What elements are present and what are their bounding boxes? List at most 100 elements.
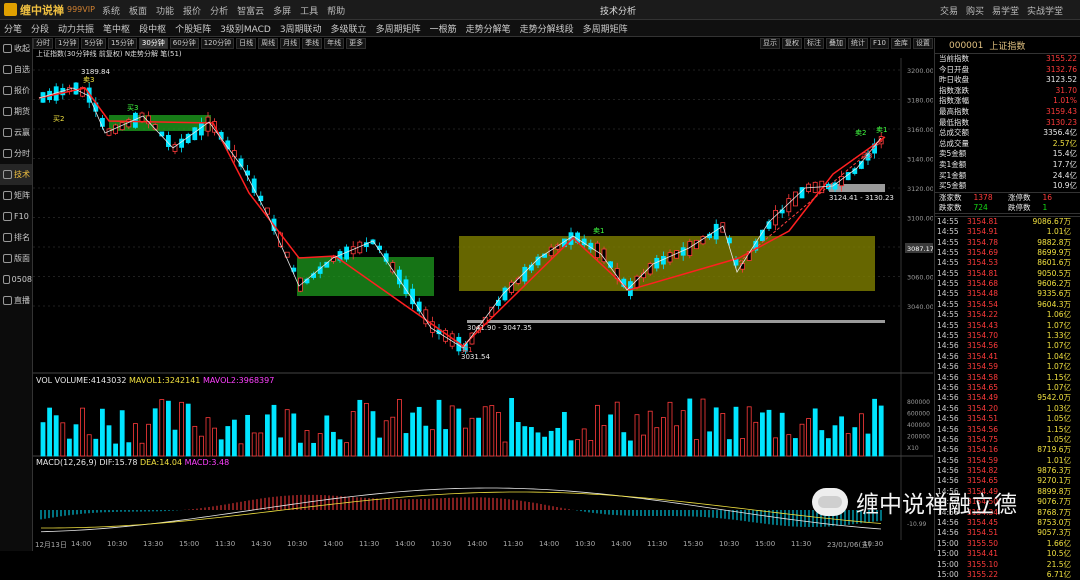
candle-body — [495, 299, 501, 306]
quote-value: 3155.22 — [1045, 54, 1077, 63]
menu-item-quote[interactable]: 报价 — [183, 4, 201, 17]
toolbar-item[interactable]: 走势分解线段 — [520, 22, 574, 35]
nav-item-live[interactable]: 直播 — [0, 290, 32, 311]
nav-item-cloud[interactable]: 云赢 — [0, 122, 32, 143]
live-icon — [3, 296, 12, 305]
quote-label: 昨日收盘 — [939, 75, 969, 85]
period-tab[interactable]: 更多 — [346, 38, 367, 49]
quote-panel: 000001 上证指数 当前指数 3155.22 今日开盘 3132.76 昨日收盘 31… — [934, 38, 1080, 579]
volume-bar — [370, 411, 376, 457]
time-axis-label: 14:00 — [71, 540, 92, 548]
toolbar-item[interactable]: 3周期联动 — [280, 22, 322, 35]
volume-bar — [139, 442, 145, 457]
chart-tool-button[interactable]: 复权 — [782, 38, 802, 49]
nav-item-timeshare[interactable]: 分时 — [0, 143, 32, 164]
tick-price: 3154.43 — [967, 320, 999, 330]
menu-item-practice[interactable]: 实战学堂 — [1027, 4, 1063, 17]
tick-time: 14:56 — [937, 528, 959, 538]
period-tab[interactable]: 月线 — [280, 38, 301, 49]
quote-row: 最低指数 3130.23 — [935, 118, 1080, 129]
chart-tool-button[interactable]: 设置 — [912, 38, 933, 49]
tick-volume: 8753.0万 — [1037, 518, 1071, 528]
menu-item-learn[interactable]: 易学堂 — [992, 4, 1019, 17]
volume-bar — [40, 422, 46, 457]
toolbar-item[interactable]: 段中枢 — [139, 22, 166, 35]
volume-bar — [760, 412, 765, 457]
period-tab[interactable]: 分时 — [33, 38, 53, 49]
toolbar-item[interactable]: 多周期矩阵 — [376, 22, 421, 35]
quote-label: 指数涨跌 — [939, 85, 969, 95]
toolbar-item[interactable]: 一根筋 — [430, 22, 457, 35]
chart-tools: 显示 复权 标注 叠加 统计 F10 金库 设置 — [760, 38, 933, 49]
house-icon — [3, 275, 10, 284]
nav-item-ranking[interactable]: 排名 — [0, 227, 32, 248]
chart-tool-button[interactable]: 标注 — [804, 38, 824, 49]
volume-bar — [654, 427, 660, 457]
nav-item-f10[interactable]: F10 — [0, 206, 32, 227]
menu-item-cloud[interactable]: 智富云 — [237, 4, 264, 17]
chart-tool-button[interactable]: 金库 — [890, 38, 911, 49]
period-tab[interactable]: 120分钟 — [200, 38, 235, 49]
menu-item-multiscreen[interactable]: 多屏 — [273, 4, 291, 17]
chart-tool-button[interactable]: 叠加 — [826, 38, 846, 49]
toolbar-item[interactable]: 走势分解笔 — [466, 22, 511, 35]
period-tab[interactable]: 日线 — [236, 38, 257, 49]
nav-item-matrix[interactable]: 矩阵 — [0, 185, 32, 206]
tick-row: 14:56 3154.41 1.04亿 — [935, 352, 1080, 362]
menu-item-help[interactable]: 帮助 — [327, 4, 345, 17]
time-axis-label: 14:00 — [539, 540, 560, 548]
breadth-row: 涨家数 1378 涨停数 16 — [935, 193, 1080, 203]
nav-item-futures[interactable]: 期货 — [0, 101, 32, 122]
toolbar-item[interactable]: 多周期矩阵 — [583, 22, 628, 35]
menu-item-system[interactable]: 系统 — [102, 4, 120, 17]
tick-row: 15:00 3155.22 6.71亿 — [935, 570, 1080, 580]
menu-item-buy[interactable]: 购买 — [966, 4, 984, 17]
chart-tool-button[interactable]: 显示 — [760, 38, 780, 49]
candlestick-icon — [3, 170, 12, 179]
period-tab[interactable]: 年线 — [324, 38, 345, 49]
period-tabs: 分时 1分钟 5分钟 15分钟 30分钟 60分钟 120分钟 日线 周线 月线 季线 年线 更多 — [33, 38, 573, 49]
volume-bar — [674, 425, 679, 457]
toolbar-item[interactable]: 笔中枢 — [103, 22, 130, 35]
toolbar-item[interactable]: 分段 — [31, 22, 49, 35]
menu-item-trade[interactable]: 交易 — [940, 4, 958, 17]
tick-volume: 1.05亿 — [1046, 434, 1071, 444]
nav-item-collapse[interactable]: 收起 — [0, 38, 32, 59]
period-tab[interactable]: 1分钟 — [55, 38, 80, 49]
volume-bar — [878, 405, 884, 457]
quote-label: 最高指数 — [939, 106, 969, 116]
period-tab[interactable]: 60分钟 — [169, 38, 199, 49]
tick-time: 14:55 — [937, 258, 959, 268]
breadth-label: 跌停数 — [1008, 202, 1031, 212]
tick-table: 14:55 3154.81 9086.67万 14:55 3154.91 1.01亿 14:… — [935, 215, 1080, 580]
menu-item-board[interactable]: 板面 — [129, 4, 147, 17]
toolbar-item[interactable]: 分笔 — [4, 22, 22, 35]
volume-bar — [284, 409, 290, 457]
price-chart[interactable]: 3200.00 3180.00 3160.00 3140.00 3120.00 3100.… — [33, 58, 933, 540]
period-tab[interactable]: 15分钟 — [107, 38, 137, 49]
nav-item-0508[interactable]: 0508 — [0, 269, 32, 290]
period-tab[interactable]: 30分钟 — [138, 38, 168, 49]
nav-item-layout[interactable]: 版面 — [0, 248, 32, 269]
period-tab[interactable]: 周线 — [258, 38, 279, 49]
time-axis-label: 10:30 — [107, 540, 128, 548]
period-tab[interactable]: 5分钟 — [81, 38, 106, 49]
menu-item-analysis[interactable]: 分析 — [210, 4, 228, 17]
menu-item-function[interactable]: 功能 — [156, 4, 174, 17]
volume-bar — [462, 427, 468, 457]
nav-item-quote[interactable]: 报价 — [0, 80, 32, 101]
toolbar-item[interactable]: 动力共振 — [58, 22, 94, 35]
tick-row: 14:55 3154.22 1.06亿 — [935, 310, 1080, 320]
chart-tool-button[interactable]: F10 — [870, 38, 889, 49]
nav-item-technical[interactable]: 技术 — [0, 164, 32, 185]
range-bar-1 — [467, 320, 885, 323]
nav-item-watchlist[interactable]: 自选 — [0, 59, 32, 80]
toolbar-item[interactable]: 多级联立 — [331, 22, 367, 35]
tick-price: 3154.48 — [967, 289, 999, 299]
toolbar-item[interactable]: 3级别MACD — [220, 22, 271, 35]
menu-item-tools[interactable]: 工具 — [300, 4, 318, 17]
chart-tool-button[interactable]: 统计 — [848, 38, 868, 49]
toolbar-item[interactable]: 个股矩阵 — [175, 22, 211, 35]
period-tab[interactable]: 季线 — [302, 38, 323, 49]
volume-bar — [522, 426, 528, 457]
